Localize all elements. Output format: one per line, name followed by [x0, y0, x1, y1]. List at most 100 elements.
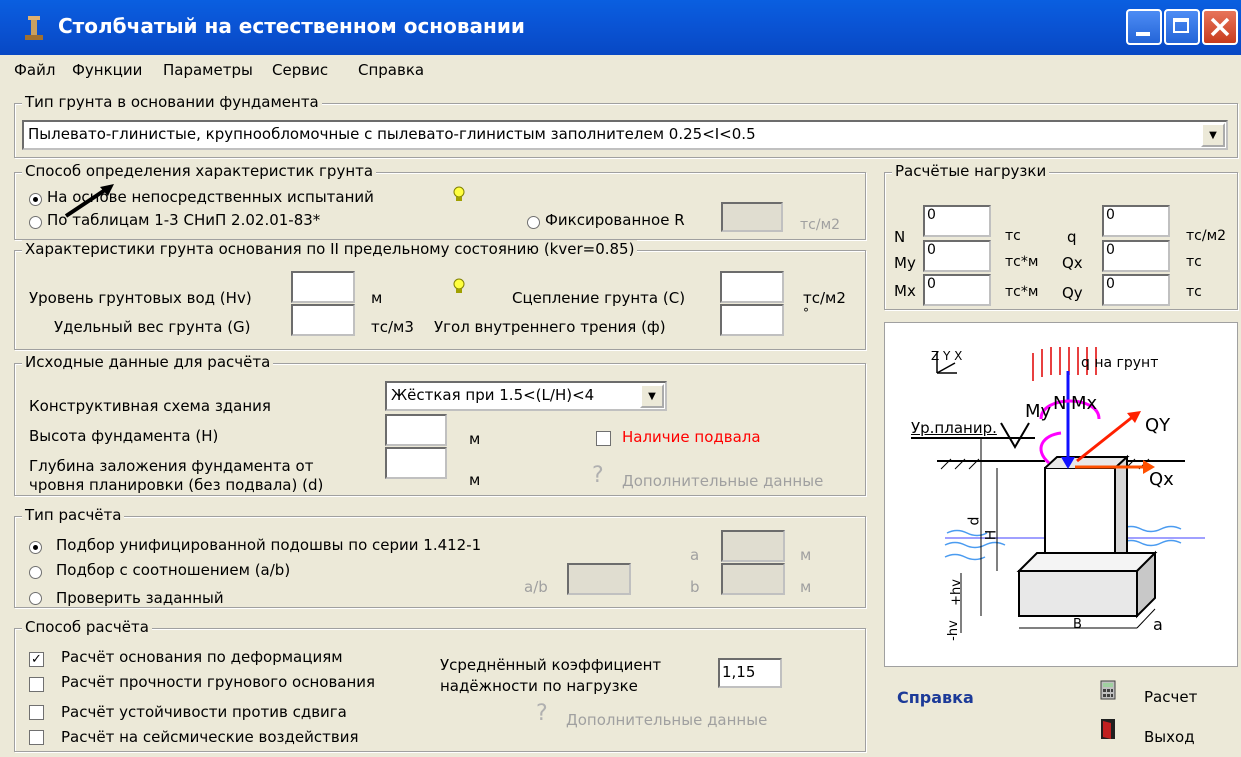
scheme-select[interactable]: Жёсткая при 1.5<(L/H)<4 ▼ — [385, 381, 667, 411]
chk-seismic-label: Расчёт на сейсмические воздействия — [61, 728, 359, 746]
weight-field[interactable] — [291, 304, 355, 336]
chk-shear[interactable] — [29, 705, 44, 720]
method-radio-tables[interactable] — [29, 216, 42, 229]
diagram-plan-label: Ур.планир. — [911, 419, 997, 437]
foundation-diagram: Z Y X q на грунт Ур.планир. My N Mx QY Q… — [884, 322, 1238, 667]
depth-label-2: чровня планировки (без подвала) (d) — [29, 476, 324, 494]
menu-help[interactable]: Справка — [358, 61, 424, 79]
coef-label-1: Усреднённый коэффициент — [440, 656, 662, 674]
Qx-label: Qx — [1062, 254, 1083, 272]
pointer-arrow-icon — [64, 184, 114, 218]
Qx-field[interactable]: 0 — [1102, 240, 1170, 272]
soil-type-select[interactable]: Пылевато-глинистые, крупнообломочные с п… — [22, 120, 1228, 150]
chevron-down-icon[interactable]: ▼ — [1201, 123, 1225, 147]
method-radio-tests[interactable] — [29, 193, 42, 206]
diagram-minus-hv-label: -hv — [945, 620, 961, 641]
calc-button[interactable]: Расчет — [1144, 688, 1197, 706]
scheme-value: Жёсткая при 1.5<(L/H)<4 — [391, 386, 595, 404]
N-field[interactable]: 0 — [923, 205, 991, 237]
b-field[interactable] — [721, 563, 785, 595]
lightbulb-icon[interactable] — [452, 278, 466, 296]
calc-radio-ratio[interactable] — [29, 566, 42, 579]
diagram-my-label: My — [1025, 401, 1052, 422]
diagram-h-label: H — [983, 529, 1000, 541]
help-question-icon[interactable]: ? — [536, 701, 548, 726]
My-field[interactable]: 0 — [923, 240, 991, 272]
chk-deformation-label: Расчёт основания по деформациям — [61, 648, 343, 666]
basement-checkbox[interactable] — [596, 431, 611, 446]
Mx-unit: тс*м — [1005, 284, 1039, 300]
diagram-qy-label: QY — [1145, 415, 1171, 436]
chevron-down-icon[interactable]: ▼ — [640, 384, 664, 408]
angle-field[interactable] — [720, 304, 784, 336]
diagram-a-label: a — [1153, 615, 1163, 634]
chk-seismic[interactable] — [29, 730, 44, 745]
calc-radio-check[interactable] — [29, 592, 42, 605]
depth-label-1: Глубина заложения фундамента от — [29, 457, 314, 475]
diagram-hv-label: +hv — [948, 579, 964, 606]
menu-bar: Файл Функции Параметры Сервис Справка — [0, 55, 1241, 87]
calc-opt2-label: Подбор с соотношением (a/b) — [56, 561, 291, 579]
diagram-d-label: d — [966, 516, 983, 526]
menu-service[interactable]: Сервис — [272, 61, 328, 79]
diagram-mx-label: Mx — [1071, 393, 1098, 414]
Mx-field[interactable]: 0 — [923, 274, 991, 306]
exit-button[interactable]: Выход — [1144, 728, 1195, 746]
soil-chars-title: Характеристики грунта основания по II пр… — [22, 240, 638, 258]
help-question-icon[interactable]: ? — [592, 463, 604, 488]
menu-functions[interactable]: Функции — [72, 61, 142, 79]
app-icon — [25, 16, 43, 40]
height-label: Высота фундамента (H) — [29, 427, 219, 445]
cohesion-unit: тс/м2 — [803, 289, 846, 307]
angle-label: Угол внутреннего трения (ф) — [434, 318, 666, 336]
gw-field[interactable] — [291, 271, 355, 303]
maximize-button[interactable] — [1164, 9, 1200, 45]
calc-opt1-label: Подбор унифицированной подошвы по серии … — [56, 536, 482, 554]
method-title: Способ определения характеристик грунта — [22, 162, 377, 180]
scheme-label: Конструктивная схема здания — [29, 397, 271, 415]
cohesion-field[interactable] — [720, 271, 784, 303]
coef-label-2: надёжности по нагрузке — [440, 677, 638, 695]
chk-strength[interactable] — [29, 677, 44, 692]
foundation-drawing — [911, 347, 1205, 633]
Qy-field[interactable]: 0 — [1102, 274, 1170, 306]
menu-file[interactable]: Файл — [14, 61, 55, 79]
method-extra-label[interactable]: Дополнительные данные — [566, 711, 767, 729]
b-label: b — [690, 578, 700, 596]
basement-label: Наличие подвала — [622, 428, 761, 446]
q-unit: тс/м2 — [1186, 228, 1227, 244]
My-unit: тс*м — [1005, 254, 1039, 270]
menu-parameters[interactable]: Параметры — [163, 61, 253, 79]
minimize-button[interactable] — [1126, 9, 1162, 45]
height-field[interactable] — [385, 414, 447, 446]
calculator-icon[interactable] — [1100, 680, 1116, 700]
fixed-r-unit: тс/м2 — [800, 217, 841, 233]
depth-field[interactable] — [385, 447, 447, 479]
close-button[interactable] — [1202, 9, 1238, 45]
a-field[interactable] — [721, 530, 785, 562]
Qy-label: Qy — [1062, 284, 1083, 302]
input-data-title: Исходные данные для расчёта — [22, 353, 274, 371]
depth-unit: м — [469, 471, 481, 489]
lightbulb-icon[interactable] — [452, 186, 466, 204]
ab-field[interactable] — [567, 563, 631, 595]
calc-radio-unified[interactable] — [29, 541, 42, 554]
maximize-icon — [1173, 18, 1189, 33]
coef-field[interactable]: 1,15 — [718, 658, 782, 688]
input-extra-label[interactable]: Дополнительные данные — [622, 472, 823, 490]
Mx-label: Mx — [894, 282, 916, 300]
method-radio-fixed[interactable] — [527, 216, 540, 229]
b-unit: м — [800, 578, 812, 596]
N-label: N — [894, 228, 906, 246]
fixed-r-field[interactable] — [721, 202, 783, 232]
help-link[interactable]: Справка — [897, 688, 974, 707]
minimize-icon — [1136, 32, 1150, 36]
height-unit: м — [469, 430, 481, 448]
chk-deformation[interactable]: ✓ — [29, 652, 44, 667]
chk-shear-label: Расчёт устойчивости против сдвига — [61, 703, 347, 721]
close-icon — [1210, 17, 1230, 37]
q-field[interactable]: 0 — [1102, 205, 1170, 237]
exit-door-icon[interactable] — [1100, 718, 1116, 740]
soil-type-value: Пылевато-глинистые, крупнообломочные с п… — [28, 125, 756, 143]
angle-unit: ° — [803, 306, 809, 320]
